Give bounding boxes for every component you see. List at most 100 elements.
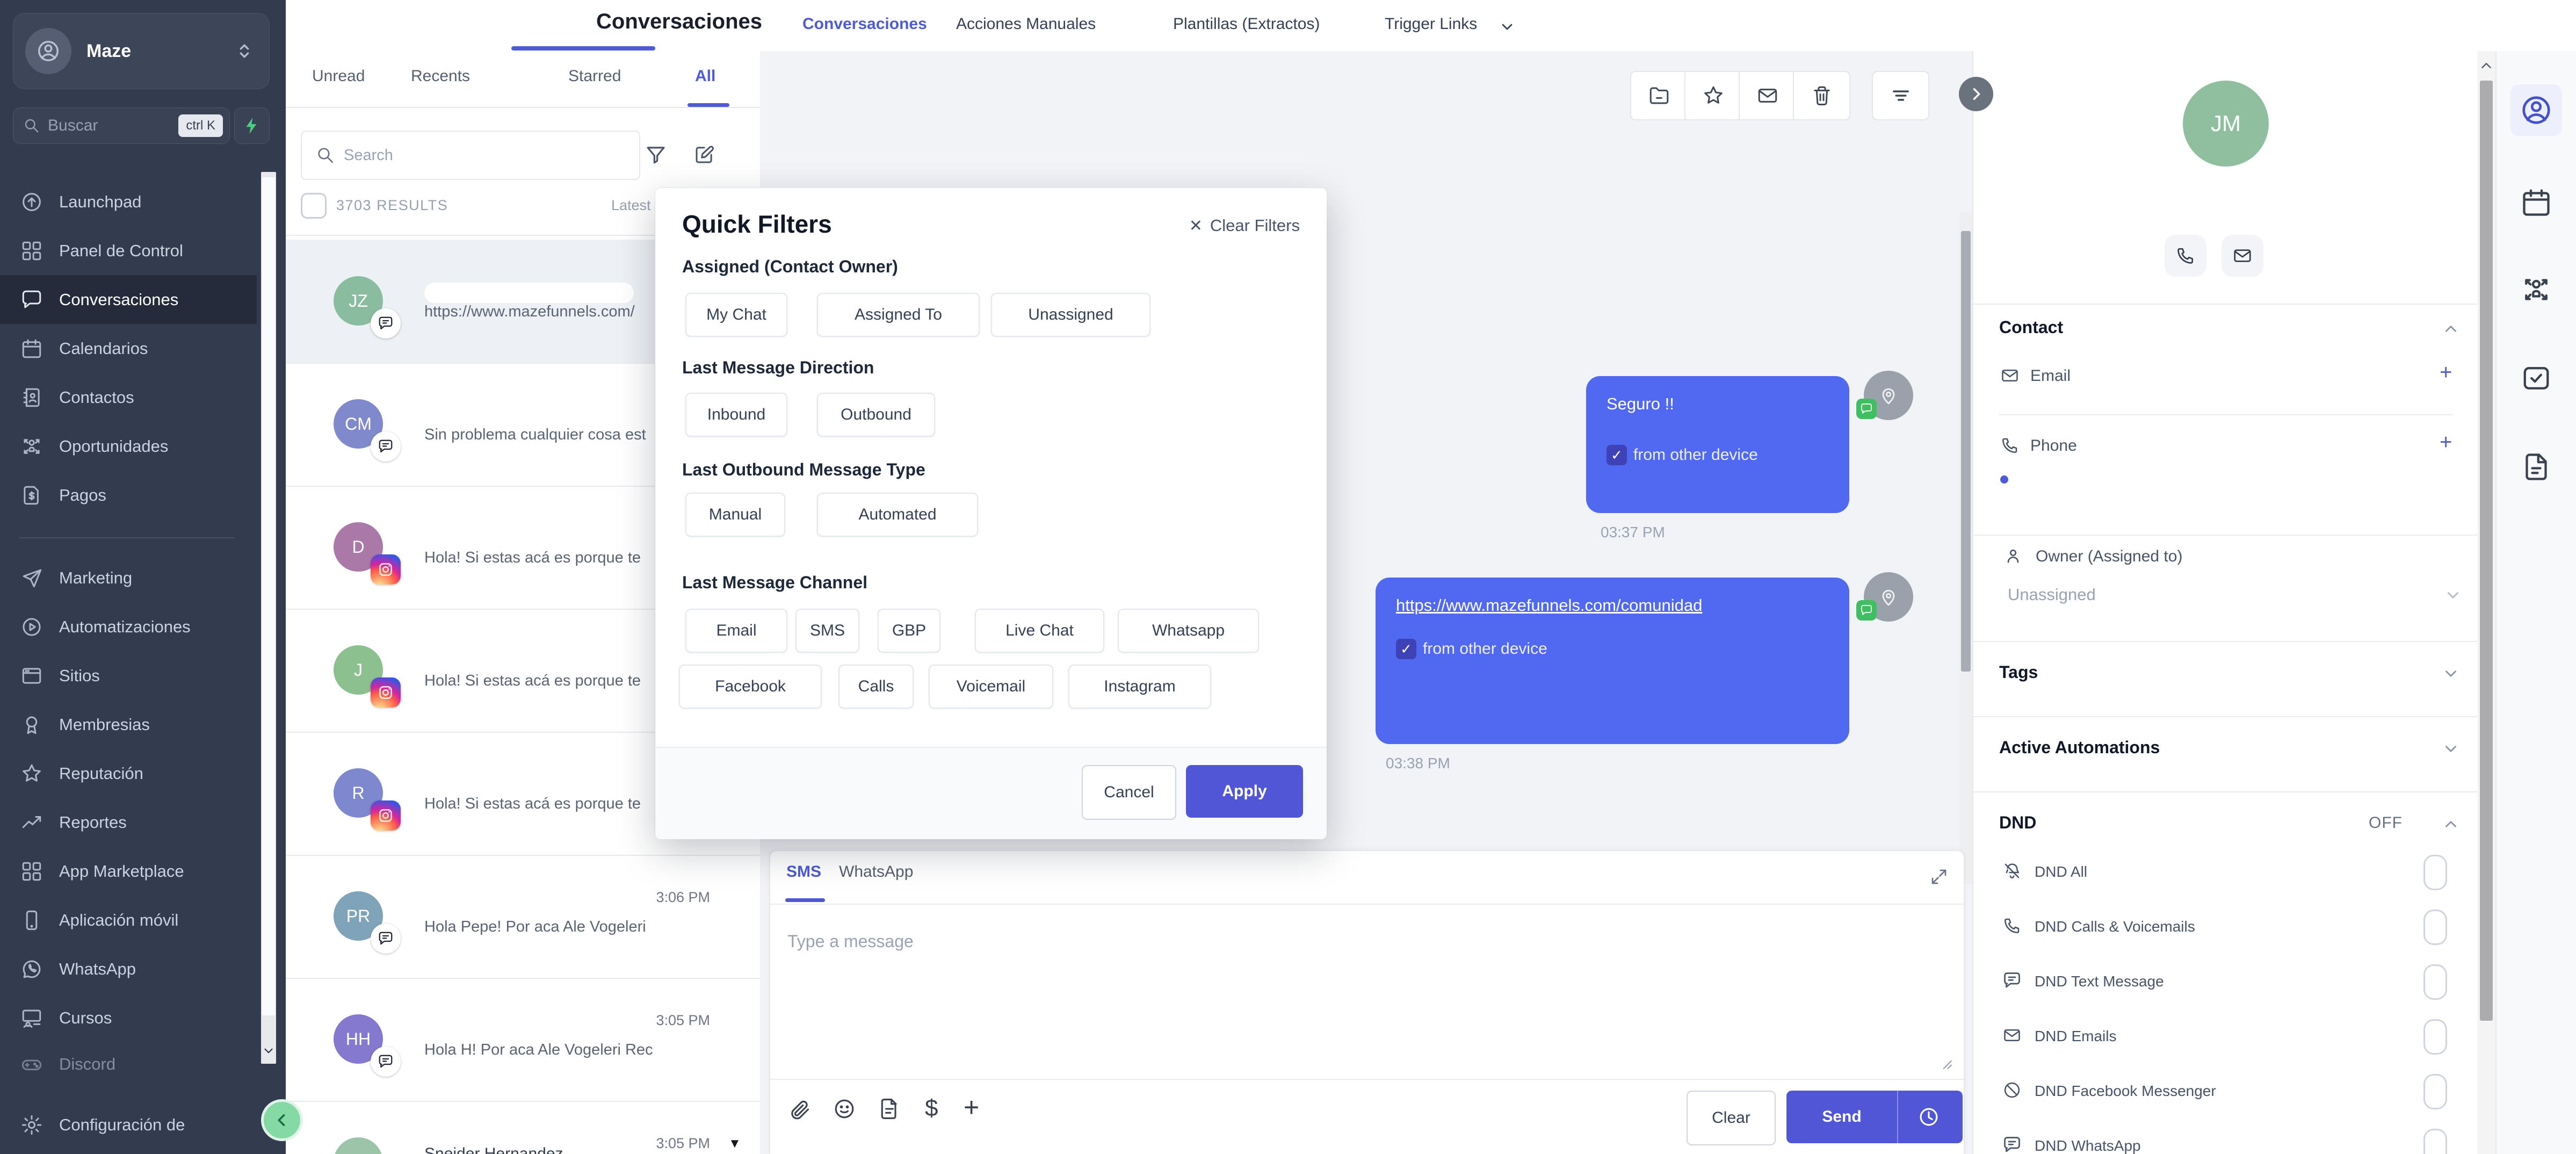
- sidebar-item-opportunities[interactable]: Oportunidades: [0, 422, 257, 471]
- rail-contact-tab[interactable]: [2510, 84, 2562, 136]
- emoji-icon[interactable]: [833, 1097, 856, 1121]
- sidebar-item-payments[interactable]: Pagos: [0, 471, 257, 520]
- composer-tab-whatsapp[interactable]: WhatsApp: [839, 863, 913, 881]
- sidebar-item-reporting[interactable]: Reportes: [0, 798, 257, 847]
- chip-automated[interactable]: Automated: [817, 493, 978, 537]
- sidebar-item-mobile-app[interactable]: Aplicación móvil: [0, 896, 257, 944]
- dnd-section-header[interactable]: DND: [1999, 813, 2036, 833]
- sidebar-item-settings[interactable]: Configuración de: [0, 1100, 257, 1149]
- sidebar-item-contacts[interactable]: Contactos: [0, 373, 257, 422]
- switcher-selector-icon[interactable]: [234, 40, 255, 62]
- contact-section-header[interactable]: Contact: [1999, 318, 2063, 337]
- chevron-up-icon[interactable]: [2442, 815, 2460, 833]
- agency-switcher[interactable]: Maze: [13, 13, 270, 89]
- chip-outbound[interactable]: Outbound: [817, 393, 935, 437]
- dnd-all-toggle[interactable]: [2423, 855, 2447, 890]
- schedule-send-clock-icon[interactable]: [1917, 1106, 1940, 1128]
- sidebar-item-automations[interactable]: Automatizaciones: [0, 602, 257, 651]
- call-contact-button[interactable]: [2165, 235, 2206, 277]
- cancel-button[interactable]: Cancel: [1082, 765, 1176, 820]
- sidebar-item-marketing[interactable]: Marketing: [0, 553, 257, 602]
- clear-button[interactable]: Clear: [1687, 1091, 1776, 1145]
- chip-live-chat[interactable]: Live Chat: [975, 609, 1104, 653]
- attach-file-icon[interactable]: [787, 1097, 811, 1121]
- rail-notes-tab[interactable]: [2520, 451, 2552, 483]
- contact-panel-scrollbar-thumb[interactable]: [2480, 81, 2493, 1021]
- row-dropdown-icon[interactable]: ▼: [728, 1136, 741, 1151]
- add-more-icon[interactable]: +: [964, 1092, 979, 1123]
- composer-placeholder[interactable]: Type a message: [787, 932, 914, 951]
- sidebar-search-input[interactable]: Buscar ctrl K: [13, 107, 230, 144]
- sidebar-scrollbar-thumb[interactable]: [262, 177, 275, 1015]
- sidebar-item-launchpad[interactable]: Launchpad: [0, 177, 257, 226]
- chevron-down-icon[interactable]: [2442, 665, 2460, 683]
- contact-panel-scroll-up[interactable]: [2477, 54, 2495, 77]
- chat-scrollbar-thumb[interactable]: [1961, 231, 1971, 672]
- sidebar-item-app-marketplace[interactable]: App Marketplace: [0, 847, 257, 896]
- templates-icon[interactable]: [878, 1097, 901, 1121]
- sidebar-item-discord[interactable]: Discord: [0, 1040, 257, 1088]
- sidebar-item-reputation[interactable]: Reputación: [0, 749, 257, 798]
- rail-appointments-tab[interactable]: [2520, 186, 2552, 219]
- chevron-down-icon[interactable]: [2442, 740, 2460, 758]
- chip-facebook[interactable]: Facebook: [679, 665, 822, 709]
- chip-voicemail[interactable]: Voicemail: [929, 665, 1053, 709]
- chip-unassigned[interactable]: Unassigned: [991, 293, 1150, 337]
- rail-tasks-tab[interactable]: [2520, 362, 2552, 394]
- chip-email[interactable]: Email: [685, 609, 787, 653]
- tab-acciones-manuales[interactable]: Acciones Manuales: [956, 15, 1096, 33]
- owner-value[interactable]: Unassigned: [2008, 585, 2096, 604]
- tags-section-header[interactable]: Tags: [1999, 662, 2038, 682]
- chip-instagram[interactable]: Instagram: [1068, 665, 1211, 709]
- resize-handle-icon[interactable]: [1937, 1054, 1955, 1072]
- sidebar-item-courses[interactable]: Cursos: [0, 993, 257, 1042]
- chip-inbound[interactable]: Inbound: [685, 393, 787, 437]
- send-button[interactable]: Send: [1786, 1091, 1963, 1143]
- delete-conversation-button[interactable]: [1793, 71, 1850, 120]
- tab-trigger-links[interactable]: Trigger Links: [1385, 15, 1477, 33]
- sort-label[interactable]: Latest: [611, 197, 651, 214]
- chip-sms[interactable]: SMS: [795, 609, 859, 653]
- collapse-contact-panel-button[interactable]: [1959, 77, 1993, 111]
- sidebar-item-calendars[interactable]: Calendarios: [0, 324, 257, 373]
- dnd-facebook-toggle[interactable]: [2423, 1074, 2447, 1109]
- conversation-row[interactable]: HH Hola H! Por aca Ale Vogeleri Rec 3:05…: [286, 978, 760, 1102]
- apply-button[interactable]: Apply: [1186, 765, 1303, 818]
- tab-conversaciones[interactable]: Conversaciones: [802, 15, 927, 33]
- dnd-emails-toggle[interactable]: [2423, 1019, 2447, 1055]
- expand-composer-icon[interactable]: [1929, 867, 1949, 886]
- chip-calls[interactable]: Calls: [838, 665, 914, 709]
- mark-unread-button[interactable]: [1739, 71, 1796, 120]
- add-phone-button[interactable]: +: [2440, 430, 2452, 455]
- tab-starred[interactable]: Starred: [568, 67, 621, 85]
- email-contact-button[interactable]: [2222, 235, 2263, 277]
- sidebar-item-memberships[interactable]: Membresias: [0, 700, 257, 749]
- automations-section-header[interactable]: Active Automations: [1999, 738, 2160, 758]
- clear-filters-button[interactable]: ✕ Clear Filters: [1189, 216, 1300, 235]
- conversation-row[interactable]: SH Sneider Hernandez 3:05 PM ▼: [286, 1101, 760, 1154]
- chevron-up-icon[interactable]: [2442, 320, 2460, 338]
- star-conversation-button[interactable]: [1684, 71, 1742, 120]
- message-link[interactable]: https://www.mazefunnels.com/comunidad: [1396, 596, 1804, 615]
- message-filter-button[interactable]: [1872, 71, 1929, 120]
- move-to-folder-button[interactable]: [1630, 71, 1688, 120]
- request-payment-icon[interactable]: $: [925, 1095, 938, 1122]
- sidebar-item-sites[interactable]: Sitios: [0, 651, 257, 700]
- sidebar-item-whatsapp[interactable]: WhatsApp: [0, 944, 257, 993]
- tab-recents[interactable]: Recents: [411, 67, 470, 85]
- chip-whatsapp[interactable]: Whatsapp: [1118, 609, 1259, 653]
- filter-funnel-icon[interactable]: [645, 143, 667, 166]
- chip-gbp[interactable]: GBP: [878, 609, 940, 653]
- tab-unread[interactable]: Unread: [312, 67, 365, 85]
- chevron-down-icon[interactable]: [1499, 18, 1516, 35]
- sidebar-item-dashboard[interactable]: Panel de Control: [0, 226, 257, 275]
- conversation-search-input[interactable]: Search: [301, 131, 640, 180]
- chip-manual[interactable]: Manual: [685, 493, 785, 537]
- tab-plantillas[interactable]: Plantillas (Extractos): [1173, 15, 1320, 33]
- rail-opportunities-tab[interactable]: [2520, 273, 2552, 306]
- quick-actions-button[interactable]: [234, 107, 270, 144]
- dnd-text-toggle[interactable]: [2423, 964, 2447, 1000]
- conversation-row[interactable]: PR Hola Pepe! Por aca Ale Vogeleri 3:06 …: [286, 855, 760, 979]
- compose-new-message-icon[interactable]: [693, 143, 715, 166]
- sidebar-item-conversations[interactable]: Conversaciones: [0, 275, 257, 324]
